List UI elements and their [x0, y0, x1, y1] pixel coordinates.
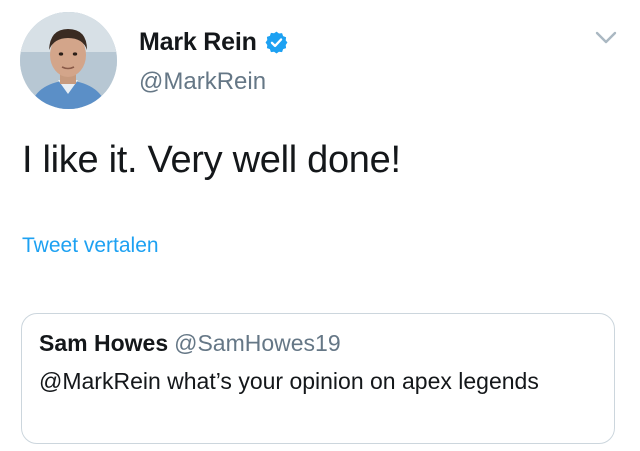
quoted-tweet-text: @MarkRein what’s your opinion on apex le… [39, 368, 539, 394]
author-name-row: Mark Rein [139, 28, 289, 57]
author-display-name[interactable]: Mark Rein [139, 28, 257, 57]
author-handle[interactable]: @MarkRein [139, 68, 266, 96]
verified-badge-icon [265, 31, 288, 54]
quoted-tweet-card[interactable]: Sam Howes @SamHowes19 @MarkRein what’s yo… [21, 313, 615, 444]
translate-tweet-link[interactable]: Tweet vertalen [22, 234, 159, 258]
quoted-tweet-header: Sam Howes @SamHowes19 [39, 330, 341, 357]
avatar[interactable] [20, 12, 117, 109]
quoted-author-handle: @SamHowes19 [174, 330, 341, 356]
tweet-text: I like it. Very well done! [22, 139, 401, 181]
chevron-down-icon[interactable] [593, 29, 619, 47]
quoted-author-name: Sam Howes [39, 330, 169, 356]
